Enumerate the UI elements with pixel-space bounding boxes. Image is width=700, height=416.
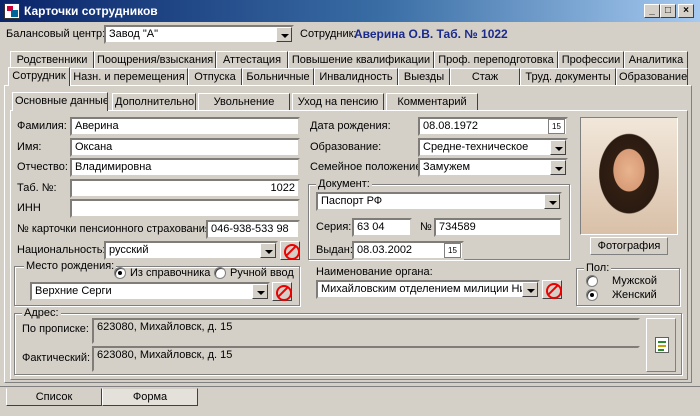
- tab-number-label: Таб. №:: [17, 182, 57, 194]
- dob-label: Дата рождения:: [310, 120, 391, 132]
- education-select[interactable]: Средне-техническое: [418, 138, 568, 157]
- number-field[interactable]: 734589: [434, 218, 562, 237]
- chevron-down-icon[interactable]: [260, 243, 276, 258]
- address-group-label: Адрес:: [22, 307, 61, 319]
- birthplace-select[interactable]: Верхние Серги: [30, 282, 270, 301]
- birthplace-value: Верхние Серги: [35, 285, 112, 297]
- education-label: Образование:: [310, 141, 382, 153]
- nationality-select[interactable]: русский: [104, 241, 278, 260]
- chevron-down-icon[interactable]: [550, 140, 566, 155]
- birthplace-manual-radio[interactable]: [214, 267, 226, 279]
- birthplace-directory-label: Из справочника: [130, 267, 211, 279]
- gender-female-label: Женский: [612, 289, 657, 301]
- issued-label: Выдан:: [316, 244, 353, 256]
- document-edit-icon: [655, 337, 669, 353]
- actual-address-label: Фактический:: [22, 352, 91, 364]
- clear-authority-icon[interactable]: [542, 280, 562, 299]
- gender-male-label: Мужской: [612, 275, 657, 287]
- inn-label: ИНН: [17, 202, 41, 214]
- authority-select[interactable]: Михайловским отделением милиции Ни: [316, 280, 540, 299]
- chevron-down-icon[interactable]: [550, 160, 566, 175]
- dob-value: 08.08.1972: [423, 120, 479, 132]
- pension-card-label: № карточки пенсионного страхования:: [17, 223, 214, 235]
- birthplace-manual-label: Ручной ввод: [230, 267, 294, 279]
- birthplace-directory-radio[interactable]: [114, 267, 126, 279]
- series-label: Серия:: [316, 221, 352, 233]
- name-label: Имя:: [17, 141, 42, 153]
- tab-number-field[interactable]: 1022: [70, 179, 300, 198]
- form-layer: Фамилия: Аверина Имя: Оксана Отчество: В…: [0, 0, 700, 416]
- nationality-value: русский: [109, 244, 149, 256]
- pension-card-field[interactable]: 046-938-533 98: [206, 220, 300, 239]
- surname-label: Фамилия:: [17, 120, 67, 132]
- registration-address-label: По прописке:: [22, 323, 89, 335]
- gender-group-label: Пол:: [584, 262, 612, 274]
- series-field[interactable]: 63 04: [352, 218, 412, 237]
- document-type-value: Паспорт РФ: [321, 195, 383, 207]
- actual-address-field[interactable]: 623080, Михайловск, д. 15: [92, 346, 640, 372]
- patronymic-field[interactable]: Владимировна: [70, 158, 300, 177]
- document-type-select[interactable]: Паспорт РФ: [316, 192, 562, 211]
- marital-status-select[interactable]: Замужем: [418, 158, 568, 177]
- dob-field[interactable]: 08.08.1972 15: [418, 117, 568, 136]
- photo-button[interactable]: Фотография: [590, 237, 668, 255]
- document-group-label: Документ:: [316, 178, 372, 190]
- calendar-icon[interactable]: 15: [444, 243, 461, 258]
- tab-employee[interactable]: Сотрудник: [8, 67, 70, 86]
- calendar-icon[interactable]: 15: [548, 119, 565, 134]
- education-value: Средне-техническое: [423, 141, 529, 153]
- issued-field[interactable]: 08.03.2002 15: [352, 241, 464, 260]
- clear-birthplace-icon[interactable]: [272, 282, 292, 301]
- issued-value: 08.03.2002: [357, 244, 413, 256]
- gender-female-radio[interactable]: [586, 289, 598, 301]
- authority-label: Наименование органа:: [316, 266, 433, 278]
- nationality-label: Национальность:: [17, 244, 106, 256]
- name-field[interactable]: Оксана: [70, 138, 300, 157]
- marital-status-value: Замужем: [423, 161, 471, 173]
- edit-address-button[interactable]: [646, 318, 676, 372]
- subtab-main-data[interactable]: Основные данные: [12, 92, 108, 111]
- birthplace-group-label: Место рождения:: [24, 260, 117, 272]
- chevron-down-icon[interactable]: [522, 282, 538, 297]
- clear-nationality-icon[interactable]: [280, 241, 300, 260]
- authority-value: Михайловским отделением милиции Ни: [321, 283, 526, 295]
- marital-status-label: Семейное положение:: [310, 161, 425, 173]
- inn-field[interactable]: [70, 199, 300, 218]
- surname-field[interactable]: Аверина: [70, 117, 300, 136]
- number-label: №: [420, 221, 432, 233]
- gender-male-radio[interactable]: [586, 275, 598, 287]
- patronymic-label: Отчество:: [17, 161, 68, 173]
- chevron-down-icon[interactable]: [252, 284, 268, 299]
- registration-address-field[interactable]: 623080, Михайловск, д. 15: [92, 318, 640, 344]
- chevron-down-icon[interactable]: [544, 194, 560, 209]
- employee-photo: [580, 117, 678, 235]
